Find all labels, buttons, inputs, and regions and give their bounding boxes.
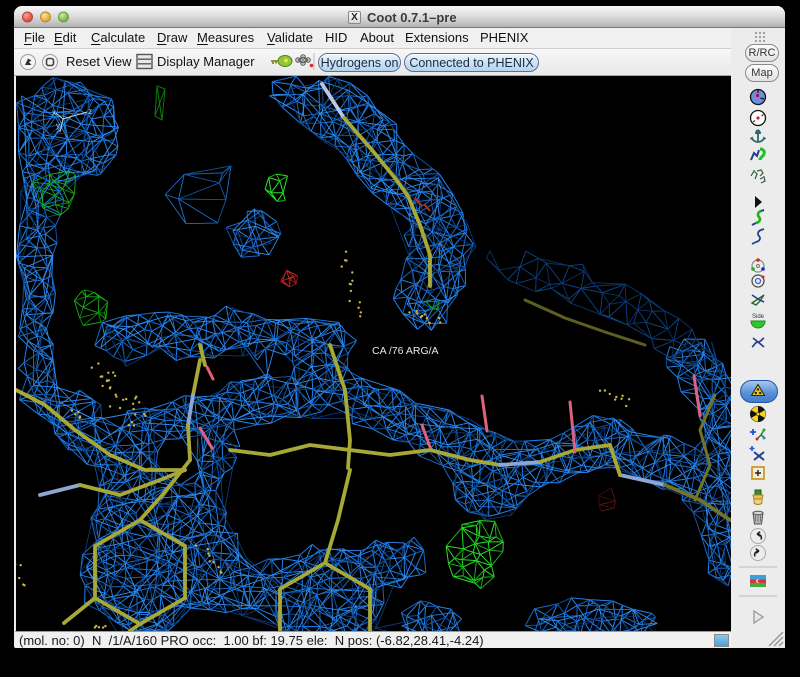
svg-text:CA /76 ARG/A: CA /76 ARG/A xyxy=(372,345,439,357)
svg-text:y: y xyxy=(56,121,60,130)
svg-text:x: x xyxy=(52,108,56,117)
svg-text:z: z xyxy=(88,107,92,116)
